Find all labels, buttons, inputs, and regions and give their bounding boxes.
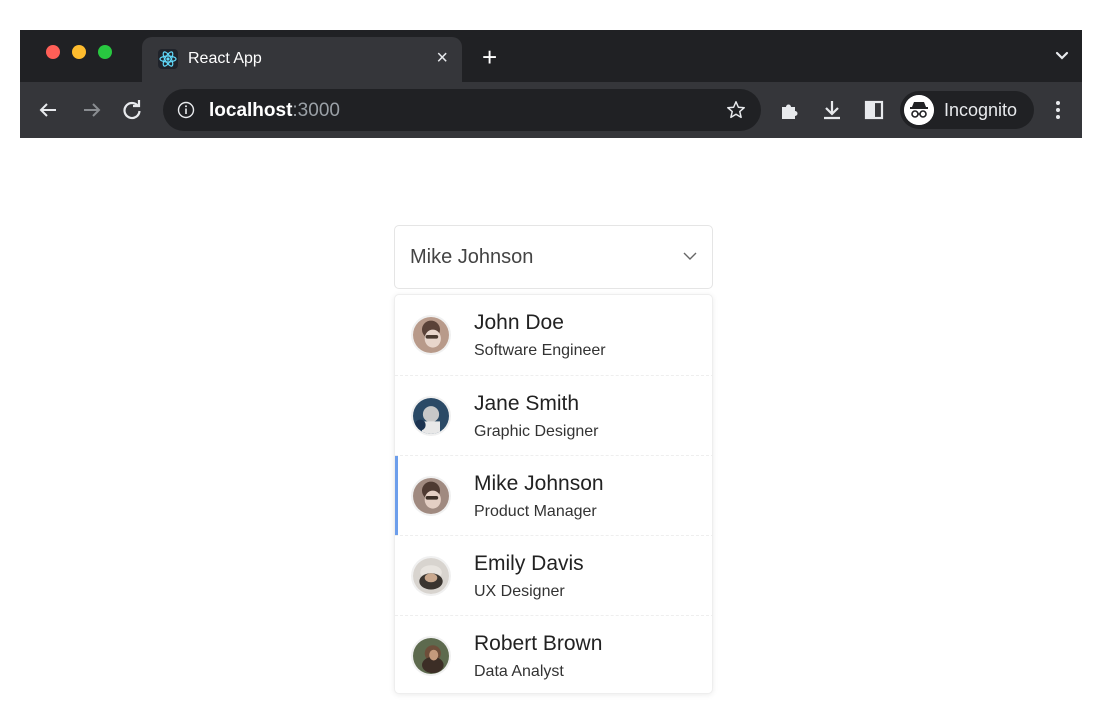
- user-role: Software Engineer: [474, 342, 606, 359]
- browser-window: React App × + localhost:3000 Incognito M…: [20, 30, 1082, 720]
- back-icon[interactable]: [36, 98, 60, 122]
- address-bar[interactable]: localhost:3000: [163, 89, 761, 131]
- user-name: Mike Johnson: [474, 472, 604, 495]
- tab-title: React App: [188, 50, 262, 67]
- user-role: UX Designer: [474, 583, 565, 600]
- user-role: Data Analyst: [474, 663, 564, 680]
- avatar: [411, 396, 451, 436]
- star-icon[interactable]: [725, 99, 747, 121]
- user-name: Emily Davis: [474, 552, 584, 575]
- avatar: [411, 636, 451, 676]
- user-name: Jane Smith: [474, 392, 580, 415]
- list-item[interactable]: Jane Smith Graphic Designer: [395, 375, 712, 455]
- extensions-icon[interactable]: [778, 98, 802, 122]
- avatar: [411, 476, 451, 516]
- minimize-window-button[interactable]: [72, 45, 86, 59]
- url-text: localhost:3000: [209, 100, 340, 122]
- download-icon[interactable]: [820, 98, 844, 122]
- incognito-label: Incognito: [944, 100, 1018, 120]
- plus-icon[interactable]: +: [482, 44, 497, 70]
- list-item[interactable]: John Doe Software Engineer: [395, 295, 712, 375]
- user-name: John Doe: [474, 311, 564, 334]
- user-role: Product Manager: [474, 503, 597, 520]
- browser-toolbar: localhost:3000 Incognito: [20, 82, 1082, 138]
- list-item[interactable]: Robert Brown Data Analyst: [395, 615, 712, 693]
- user-name: Robert Brown: [474, 632, 603, 655]
- incognito-icon: [904, 95, 934, 125]
- user-options-list: John Doe Software Engineer Jane Smith Gr…: [394, 294, 713, 694]
- chevron-down-icon[interactable]: [682, 250, 698, 262]
- close-window-button[interactable]: [46, 45, 60, 59]
- url-host: localhost: [209, 100, 293, 121]
- avatar: [411, 315, 451, 355]
- react-favicon-icon: [158, 49, 178, 69]
- user-select[interactable]: Mike Johnson: [394, 225, 713, 289]
- tab-strip: React App × +: [20, 30, 1082, 82]
- avatar: [411, 556, 451, 596]
- reload-icon[interactable]: [120, 98, 144, 122]
- url-port: :3000: [292, 100, 340, 121]
- close-icon[interactable]: ×: [436, 46, 448, 70]
- list-item-selected[interactable]: Mike Johnson Product Manager: [395, 455, 712, 536]
- list-item[interactable]: Emily Davis UX Designer: [395, 535, 712, 615]
- user-role: Graphic Designer: [474, 423, 599, 440]
- maximize-window-button[interactable]: [98, 45, 112, 59]
- more-vert-icon[interactable]: [1050, 98, 1066, 122]
- selected-user-value: Mike Johnson: [410, 246, 534, 268]
- side-panel-icon[interactable]: [862, 98, 886, 122]
- incognito-badge[interactable]: Incognito: [900, 91, 1034, 129]
- forward-icon[interactable]: [80, 98, 104, 122]
- tab-react-app[interactable]: React App ×: [142, 37, 462, 82]
- chevron-down-icon[interactable]: [1054, 48, 1070, 64]
- info-icon[interactable]: [177, 101, 195, 119]
